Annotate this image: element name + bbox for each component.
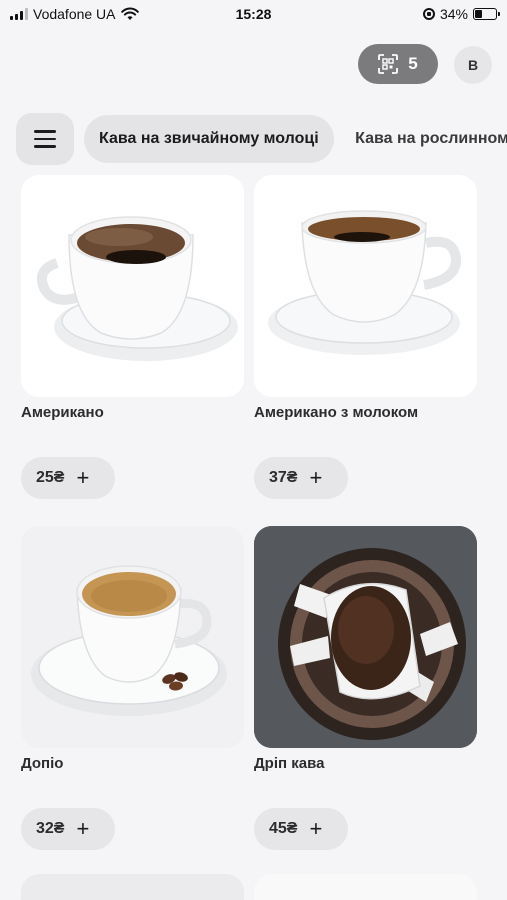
avatar[interactable]: B: [454, 46, 492, 84]
avatar-initial: B: [467, 57, 479, 73]
product-name: Американо з молоком: [254, 404, 419, 421]
hamburger-icon-line: [34, 145, 56, 148]
product-image: [21, 526, 244, 748]
qr-count: 5: [408, 54, 418, 73]
plus-icon: +: [76, 465, 90, 490]
product-image: [21, 175, 244, 397]
coffee-cup-image: [37, 216, 238, 361]
tab-plant-milk-coffee[interactable]: Кава на рослинному: [340, 115, 507, 163]
rotation-lock-icon: [422, 8, 435, 20]
hamburger-icon-line: [34, 137, 56, 141]
drip-coffee-image: [254, 526, 477, 748]
status-bar: Vodafone UA 15:28 34%: [0, 0, 507, 28]
category-tabs: Кава на звичайному молоці Кава на рослин…: [84, 115, 507, 163]
product-price: 25₴: [36, 469, 65, 486]
product-image: [254, 175, 477, 397]
product-price: 32₴: [36, 820, 65, 837]
product-card[interactable]: Допіо 32₴ +: [21, 526, 244, 850]
plus-icon: +: [76, 816, 90, 841]
espresso-cup-image: [31, 565, 227, 716]
add-to-cart-button[interactable]: 45₴ +: [254, 808, 348, 850]
battery-level: [475, 10, 482, 18]
product-price: 37₴: [269, 469, 298, 486]
qr-scan-icon: [378, 54, 399, 74]
qr-scan-button[interactable]: 5: [358, 44, 438, 84]
product-image: [254, 526, 477, 748]
product-card[interactable]: Американо з молоком 37₴ +: [254, 175, 477, 499]
menu-button[interactable]: [16, 113, 74, 165]
product-card[interactable]: Дріп кава 45₴ +: [254, 526, 477, 850]
add-to-cart-button[interactable]: 32₴ +: [21, 808, 115, 850]
plus-icon: +: [309, 816, 323, 841]
product-name: Дріп кава: [254, 755, 325, 772]
plus-icon: +: [309, 465, 323, 490]
tab-regular-milk-coffee[interactable]: Кава на звичайному молоці: [84, 115, 334, 163]
product-card-partial[interactable]: [21, 874, 244, 900]
product-name: Допіо: [21, 755, 64, 772]
battery-percent: 34%: [439, 6, 468, 22]
battery-icon: [473, 8, 500, 20]
product-card-partial[interactable]: [254, 874, 477, 900]
add-to-cart-button[interactable]: 37₴ +: [254, 457, 348, 499]
product-name: Американо: [21, 404, 104, 421]
product-card[interactable]: Американо 25₴ +: [21, 175, 244, 499]
hamburger-icon: [34, 130, 56, 133]
product-price: 45₴: [269, 820, 298, 837]
status-right: 34%: [422, 6, 500, 22]
add-to-cart-button[interactable]: 25₴ +: [21, 457, 115, 499]
coffee-cup-image: [268, 210, 461, 355]
